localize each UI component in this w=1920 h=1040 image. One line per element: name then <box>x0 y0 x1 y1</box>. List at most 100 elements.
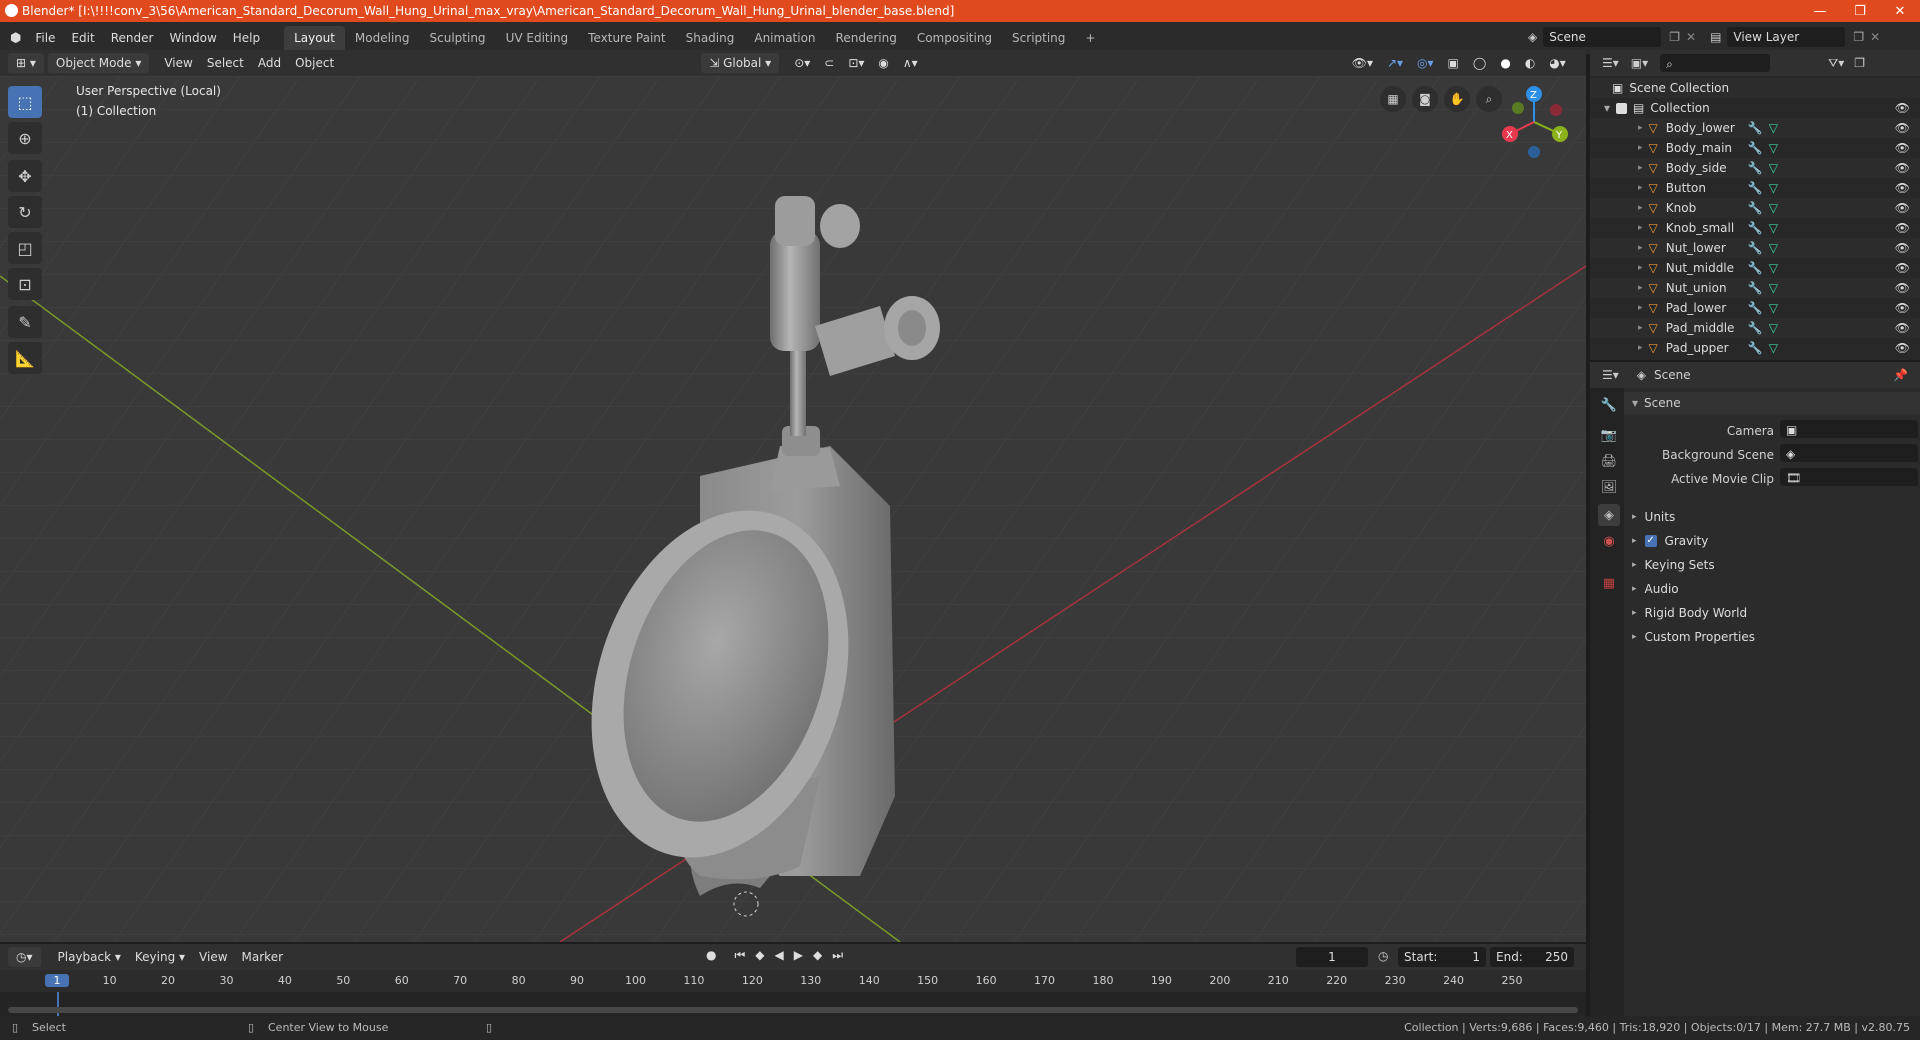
transform-tool-icon[interactable]: ⊡ <box>8 268 42 300</box>
scene-field[interactable]: Scene <box>1543 27 1662 47</box>
mesh-data-icon[interactable]: ▽ <box>1769 141 1778 155</box>
end-frame-field[interactable]: End: 250 <box>1490 947 1574 967</box>
rotate-tool-icon[interactable]: ↻ <box>8 196 42 228</box>
modifier-icon[interactable]: 🔧 <box>1748 181 1763 195</box>
collection-checkbox[interactable] <box>1616 102 1628 114</box>
properties-section[interactable]: ▸ ✓ Gravity <box>1624 530 1920 552</box>
modifier-icon[interactable]: 🔧 <box>1748 121 1763 135</box>
falloff-icon[interactable]: ∧▾ <box>896 56 925 70</box>
modifier-icon[interactable]: 🔧 <box>1748 261 1763 275</box>
gizmo-toggle-icon[interactable]: ↗▾ <box>1380 56 1410 70</box>
render-props-tab-icon[interactable]: 📷 <box>1598 424 1620 446</box>
eye-icon[interactable]: 👁 <box>1895 161 1910 175</box>
modifier-icon[interactable]: 🔧 <box>1748 141 1763 155</box>
new-scene-icon[interactable]: ❐ <box>1669 30 1680 44</box>
stopwatch-icon[interactable]: ◷ <box>1378 949 1388 963</box>
pan-hand-icon[interactable]: ✋ <box>1444 86 1470 112</box>
mesh-data-icon[interactable]: ▽ <box>1769 221 1778 235</box>
mesh-data-icon[interactable]: ▽ <box>1769 261 1778 275</box>
new-view-layer-icon[interactable]: ❐ <box>1853 30 1864 44</box>
outliner-object-row[interactable]: ▸ ▽ Nut_union 🔧 ▽ 👁 <box>1590 278 1920 298</box>
menu-add[interactable]: Add <box>251 56 288 70</box>
shading-solid-icon[interactable]: ● <box>1493 56 1517 70</box>
select-box-tool-icon[interactable]: ⬚ <box>8 86 42 118</box>
remove-view-layer-icon[interactable]: ✕ <box>1870 30 1880 44</box>
background-scene-field[interactable]: ◈ <box>1780 444 1918 462</box>
eye-icon[interactable]: 👁 <box>1895 241 1910 255</box>
scene-collection-row[interactable]: ▣ Scene Collection <box>1590 78 1920 98</box>
outliner-search-input[interactable]: ⌕ <box>1660 54 1771 72</box>
properties-section[interactable]: ▸ Custom Properties <box>1624 626 1920 648</box>
start-frame-field[interactable]: Start: 1 <box>1398 947 1486 967</box>
play-icon[interactable]: ▶ <box>794 948 803 963</box>
shading-wireframe-icon[interactable]: ◯ <box>1466 56 1493 70</box>
eye-icon[interactable]: 👁 <box>1895 101 1910 115</box>
overlay-toggle-icon[interactable]: ◎▾ <box>1410 56 1441 70</box>
xray-icon[interactable]: ▣ <box>1441 56 1466 70</box>
view-layer-props-tab-icon[interactable]: 🖼 <box>1598 476 1620 498</box>
close-icon[interactable]: ✕ <box>1880 0 1920 22</box>
tool-props-tab-icon[interactable]: 🔧 <box>1598 394 1620 416</box>
modifier-icon[interactable]: 🔧 <box>1748 281 1763 295</box>
remove-scene-icon[interactable]: ✕ <box>1686 30 1696 44</box>
eye-icon[interactable]: 👁 <box>1895 281 1910 295</box>
tab-modeling[interactable]: Modeling <box>345 26 420 50</box>
filter-icon[interactable]: ⛛▾ <box>1828 56 1844 71</box>
record-icon[interactable]: ● <box>706 948 716 963</box>
modifier-icon[interactable]: 🔧 <box>1748 161 1763 175</box>
expand-icon[interactable]: ▸ <box>1638 263 1643 273</box>
jump-start-icon[interactable]: ⏮ <box>734 948 745 963</box>
tab-compositing[interactable]: Compositing <box>907 26 1002 50</box>
current-frame-field[interactable]: 1 <box>1296 947 1368 967</box>
menu-help[interactable]: Help <box>225 27 268 49</box>
view-layer-icon[interactable]: ▤ <box>1710 30 1721 44</box>
gravity-checkbox[interactable]: ✓ <box>1644 535 1657 547</box>
play-reverse-icon[interactable]: ◀ <box>775 948 784 963</box>
eye-icon[interactable]: 👁 <box>1895 341 1910 355</box>
new-collection-icon[interactable]: ❐ <box>1854 56 1865 70</box>
scale-tool-icon[interactable]: ◰ <box>8 232 42 264</box>
movie-clip-field[interactable]: 🎞 <box>1780 468 1918 486</box>
axis-gizmo[interactable]: Z Y X <box>1496 84 1572 160</box>
menu-marker[interactable]: Marker <box>235 950 290 964</box>
expand-icon[interactable]: ▸ <box>1638 303 1643 313</box>
properties-section[interactable]: ▸ Audio <box>1624 578 1920 600</box>
properties-editor-icon[interactable]: ☰▾ <box>1602 368 1619 382</box>
scene-props-tab-icon[interactable]: ◈ <box>1598 504 1620 526</box>
outliner-object-row[interactable]: ▸ ▽ Nut_middle 🔧 ▽ 👁 <box>1590 258 1920 278</box>
snap-target-icon[interactable]: ⊡▾ <box>841 56 871 70</box>
add-workspace-icon[interactable]: + <box>1075 26 1105 50</box>
view-layer-field[interactable]: View Layer <box>1727 27 1846 47</box>
menu-render[interactable]: Render <box>103 27 162 49</box>
eye-icon[interactable]: 👁 <box>1895 181 1910 195</box>
mesh-data-icon[interactable]: ▽ <box>1769 321 1778 335</box>
timeline-area[interactable]: 1 10 20 30 40 50 60 70 80 90 100 110 120 130 140 150 160… <box>0 970 1586 1016</box>
prev-keyframe-icon[interactable]: ◆ <box>755 948 764 963</box>
pin-icon[interactable]: 📌 <box>1893 368 1908 382</box>
outliner-object-row[interactable]: ▸ ▽ Pad_lower 🔧 ▽ 👁 <box>1590 298 1920 318</box>
menu-object[interactable]: Object <box>288 56 341 70</box>
world-props-tab-icon[interactable]: ◉ <box>1598 530 1620 552</box>
properties-section[interactable]: ▸ Units <box>1624 506 1920 528</box>
menu-window[interactable]: Window <box>161 27 224 49</box>
snap-icon[interactable]: ⊂ <box>817 56 841 70</box>
expand-icon[interactable]: ▸ <box>1638 123 1643 133</box>
tab-shading[interactable]: Shading <box>676 26 745 50</box>
menu-timeline-view[interactable]: View <box>192 950 234 964</box>
tab-uv-editing[interactable]: UV Editing <box>496 26 579 50</box>
display-mode-icon[interactable]: ▣▾ <box>1631 56 1648 70</box>
outliner-object-row[interactable]: ▸ ▽ Pad_upper 🔧 ▽ 👁 <box>1590 338 1920 358</box>
pivot-icon[interactable]: ⊙▾ <box>787 56 817 70</box>
expand-icon[interactable]: ▸ <box>1638 323 1643 333</box>
outliner-object-row[interactable]: ▸ ▽ Body_side 🔧 ▽ 👁 <box>1590 158 1920 178</box>
outliner-object-row[interactable]: ▸ ▽ Knob_small 🔧 ▽ 👁 <box>1590 218 1920 238</box>
editor-type-icon[interactable]: ⊞ ▾ <box>8 53 44 73</box>
mesh-data-icon[interactable]: ▽ <box>1769 201 1778 215</box>
modifier-icon[interactable]: 🔧 <box>1748 301 1763 315</box>
menu-view[interactable]: View <box>157 56 199 70</box>
outliner-object-row[interactable]: ▸ ▽ Body_main 🔧 ▽ 👁 <box>1590 138 1920 158</box>
properties-section[interactable]: ▸ Keying Sets <box>1624 554 1920 576</box>
eye-icon[interactable]: 👁 <box>1895 321 1910 335</box>
outliner-object-row[interactable]: ▸ ▽ Pad_middle 🔧 ▽ 👁 <box>1590 318 1920 338</box>
modifier-icon[interactable]: 🔧 <box>1748 221 1763 235</box>
